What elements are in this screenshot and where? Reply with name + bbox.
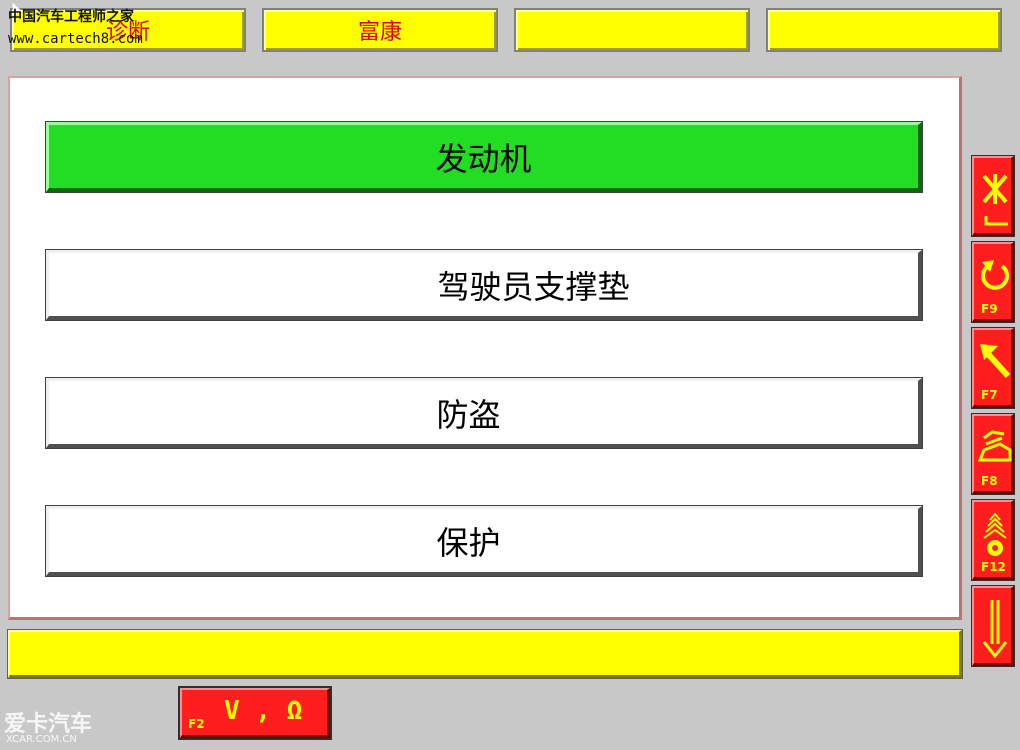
status-bar <box>7 629 963 679</box>
home-button[interactable]: F7 <box>971 327 1015 409</box>
antenna-icon <box>983 512 1007 556</box>
bottom-watermark-url: XCAR.COM.CN <box>6 734 77 745</box>
undo-icon <box>981 260 1009 290</box>
tab-label: 诊断 <box>105 20 150 45</box>
vehicle-button[interactable]: F8 <box>971 413 1015 495</box>
menu-item-antitheft[interactable]: 防盗 <box>45 377 923 449</box>
cancel-enter-icon <box>982 174 1008 226</box>
tab-empty-3[interactable] <box>514 8 750 52</box>
menu-item-engine[interactable]: 发动机 <box>45 121 923 193</box>
undo-button[interactable]: F9 <box>971 241 1015 323</box>
menu-panel: 发动机 驾驶员支撑垫 防盗 保护 <box>8 76 962 620</box>
function-key-label: F12 <box>981 560 1006 574</box>
vehicle-icon <box>978 430 1012 462</box>
function-key-label: F2 <box>188 717 205 731</box>
arrow-down-icon <box>982 600 1008 659</box>
menu-item-label: 防盗 <box>436 395 501 434</box>
menu-item-airbag[interactable]: 驾驶员支撑垫 <box>45 249 923 321</box>
menu-item-label: 发动机 <box>435 139 532 178</box>
cancel-button[interactable] <box>971 155 1015 237</box>
communication-button[interactable]: F12 <box>971 499 1015 581</box>
function-key-label: F9 <box>981 302 998 316</box>
menu-item-label: 驾驶员支撑垫 <box>437 267 630 306</box>
multimeter-button[interactable]: F2 V , Ω <box>178 686 332 740</box>
tab-diagnosis[interactable]: 诊断 <box>10 8 246 52</box>
menu-item-label: 保护 <box>436 523 501 562</box>
multimeter-label: V , Ω <box>224 696 303 726</box>
tab-label: 富康 <box>357 20 402 45</box>
function-key-label: F7 <box>981 388 998 402</box>
tab-empty-4[interactable] <box>766 8 1002 52</box>
menu-item-protection[interactable]: 保护 <box>45 505 923 577</box>
function-key-label: F8 <box>981 474 998 488</box>
scroll-down-button[interactable] <box>971 585 1015 667</box>
arrow-up-left-icon <box>980 344 1011 379</box>
tab-vehicle-model[interactable]: 富康 <box>262 8 498 52</box>
